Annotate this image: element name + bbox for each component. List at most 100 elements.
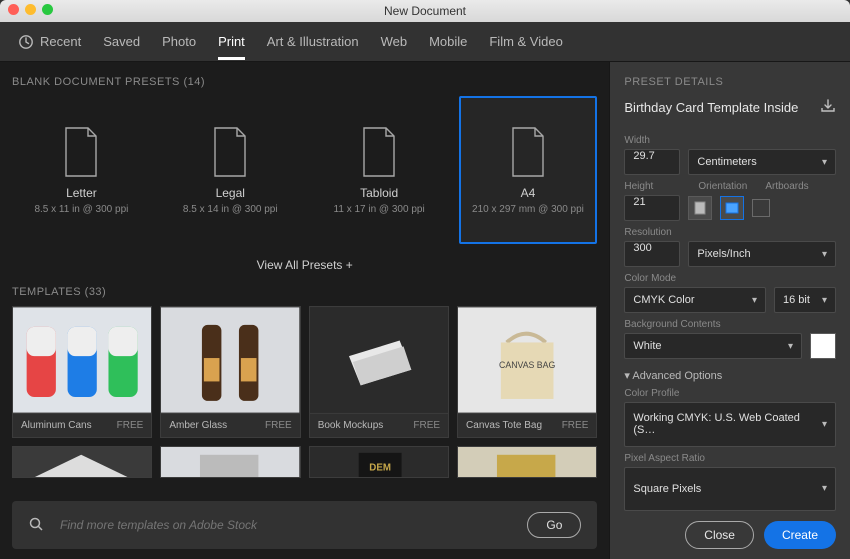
template-thumb: CANVAS BAG — [458, 307, 596, 413]
height-label: Height — [624, 181, 680, 192]
background-select[interactable]: White ▾ — [624, 333, 802, 359]
presets-section-count: (14) — [183, 76, 205, 88]
template-thumb — [13, 307, 151, 413]
create-button[interactable]: Create — [764, 521, 836, 549]
svg-text:CANVAS BAG: CANVAS BAG — [499, 360, 555, 370]
template-card[interactable]: Book Mockups FREE — [309, 306, 449, 438]
advanced-options-toggle[interactable]: Advanced Options — [624, 369, 836, 382]
preset-tabloid[interactable]: Tabloid 11 x 17 in @ 300 ppi — [310, 96, 449, 244]
tab-mobile[interactable]: Mobile — [429, 23, 467, 60]
pixel-aspect-value: Square Pixels — [633, 483, 701, 495]
save-preset-icon[interactable] — [820, 98, 836, 117]
template-card[interactable] — [457, 446, 597, 478]
chevron-down-icon: ▾ — [788, 341, 793, 352]
template-name: Canvas Tote Bag Mo… — [466, 414, 562, 437]
minimize-window-icon[interactable] — [25, 4, 36, 15]
color-profile-label: Color Profile — [624, 388, 836, 399]
presets-pane: BLANK DOCUMENT PRESETS (14) Letter 8.5 x… — [0, 62, 609, 559]
close-button[interactable]: Close — [685, 521, 754, 549]
preset-a4[interactable]: A4 210 x 297 mm @ 300 ppi — [459, 96, 598, 244]
resolution-label: Resolution — [624, 227, 836, 238]
chevron-down-icon: ▾ — [822, 249, 827, 260]
templates-section-title: TEMPLATES — [12, 286, 81, 298]
template-thumb — [161, 307, 299, 413]
document-icon — [60, 126, 102, 178]
height-input[interactable]: 21 — [624, 195, 680, 221]
color-profile-value: Working CMYK: U.S. Web Coated (S… — [633, 412, 816, 436]
color-profile-select[interactable]: Working CMYK: U.S. Web Coated (S… ▾ — [624, 402, 836, 447]
colormode-select[interactable]: CMYK Color ▾ — [624, 287, 766, 313]
bitdepth-select[interactable]: 16 bit ▾ — [774, 287, 836, 313]
window-controls — [8, 4, 53, 15]
template-name: Amber Glass Bottles… — [169, 414, 265, 437]
stock-search-go-button[interactable]: Go — [527, 512, 581, 538]
templates-section-header: TEMPLATES (33) — [12, 286, 597, 298]
tab-print[interactable]: Print — [218, 23, 245, 60]
tab-web[interactable]: Web — [381, 23, 408, 60]
chevron-down-icon: ▾ — [822, 483, 827, 494]
zoom-window-icon[interactable] — [42, 4, 53, 15]
template-price: FREE — [413, 414, 440, 437]
svg-text:DEM: DEM — [369, 462, 391, 473]
document-icon — [507, 126, 549, 178]
presets-grid: Letter 8.5 x 11 in @ 300 ppi Legal 8.5 x… — [12, 96, 597, 244]
artboards-checkbox[interactable] — [752, 199, 770, 217]
presets-section-title: BLANK DOCUMENT PRESETS — [12, 76, 180, 88]
tab-recent[interactable]: Recent — [40, 23, 81, 60]
orientation-landscape-button[interactable] — [720, 196, 744, 220]
template-price: FREE — [117, 414, 144, 437]
document-icon — [209, 126, 251, 178]
template-card[interactable] — [160, 446, 300, 478]
artboards-label: Artboards — [765, 181, 808, 192]
stock-search-input[interactable] — [58, 517, 513, 533]
preset-name: Legal — [216, 186, 245, 200]
chevron-down-icon: ▾ — [752, 295, 757, 306]
template-card[interactable]: CANVAS BAG Canvas Tote Bag Mo… FREE — [457, 306, 597, 438]
titlebar: New Document — [0, 0, 850, 22]
preset-legal[interactable]: Legal 8.5 x 14 in @ 300 ppi — [161, 96, 300, 244]
preset-name: Tabloid — [360, 186, 398, 200]
stock-search-bar: Go — [12, 501, 597, 549]
units-select[interactable]: Centimeters ▾ — [688, 149, 836, 175]
template-name: Aluminum Cans Moc… — [21, 414, 117, 437]
templates-grid: Aluminum Cans Moc… FREE Amber Glass — [12, 306, 597, 438]
orientation-label: Orientation — [698, 181, 747, 192]
background-swatch[interactable] — [810, 333, 836, 359]
background-value: White — [633, 340, 661, 352]
close-window-icon[interactable] — [8, 4, 19, 15]
tab-art[interactable]: Art & Illustration — [267, 23, 359, 60]
templates-section-count: (33) — [85, 286, 107, 298]
document-icon — [358, 126, 400, 178]
width-input[interactable]: 29.7 — [624, 149, 680, 175]
tab-film[interactable]: Film & Video — [489, 23, 562, 60]
template-card[interactable]: Amber Glass Bottles… FREE — [160, 306, 300, 438]
colormode-value: CMYK Color — [633, 294, 694, 306]
preset-name: Letter — [66, 186, 97, 200]
chevron-down-icon: ▾ — [822, 157, 827, 168]
template-name: Book Mockups — [318, 414, 384, 437]
bitdepth-value: 16 bit — [783, 294, 810, 306]
pixel-aspect-select[interactable]: Square Pixels ▾ — [624, 467, 836, 512]
preset-details-heading: PRESET DETAILS — [624, 76, 836, 88]
resolution-units-select[interactable]: Pixels/Inch ▾ — [688, 241, 836, 267]
preset-name: A4 — [521, 186, 536, 200]
resolution-input[interactable]: 300 — [624, 241, 680, 267]
preset-spec: 8.5 x 11 in @ 300 ppi — [34, 204, 128, 215]
template-card[interactable]: Aluminum Cans Moc… FREE — [12, 306, 152, 438]
template-card[interactable] — [12, 446, 152, 478]
preset-name-field[interactable]: Birthday Card Template Inside — [624, 100, 798, 115]
template-card[interactable]: DEM — [309, 446, 449, 478]
chevron-down-icon: ▾ — [822, 295, 827, 306]
chevron-down-icon: ▾ — [822, 419, 827, 430]
category-tabs: Recent Saved Photo Print Art & Illustrat… — [0, 22, 850, 62]
units-value: Centimeters — [697, 156, 756, 168]
tab-photo[interactable]: Photo — [162, 23, 196, 60]
view-all-presets[interactable]: View All Presets + — [12, 258, 597, 272]
preset-spec: 8.5 x 14 in @ 300 ppi — [183, 204, 278, 215]
background-label: Background Contents — [624, 319, 836, 330]
orientation-portrait-button[interactable] — [688, 196, 712, 220]
tab-saved[interactable]: Saved — [103, 23, 140, 60]
preset-letter[interactable]: Letter 8.5 x 11 in @ 300 ppi — [12, 96, 151, 244]
preset-spec: 11 x 17 in @ 300 ppi — [334, 204, 425, 215]
search-icon — [28, 516, 44, 535]
